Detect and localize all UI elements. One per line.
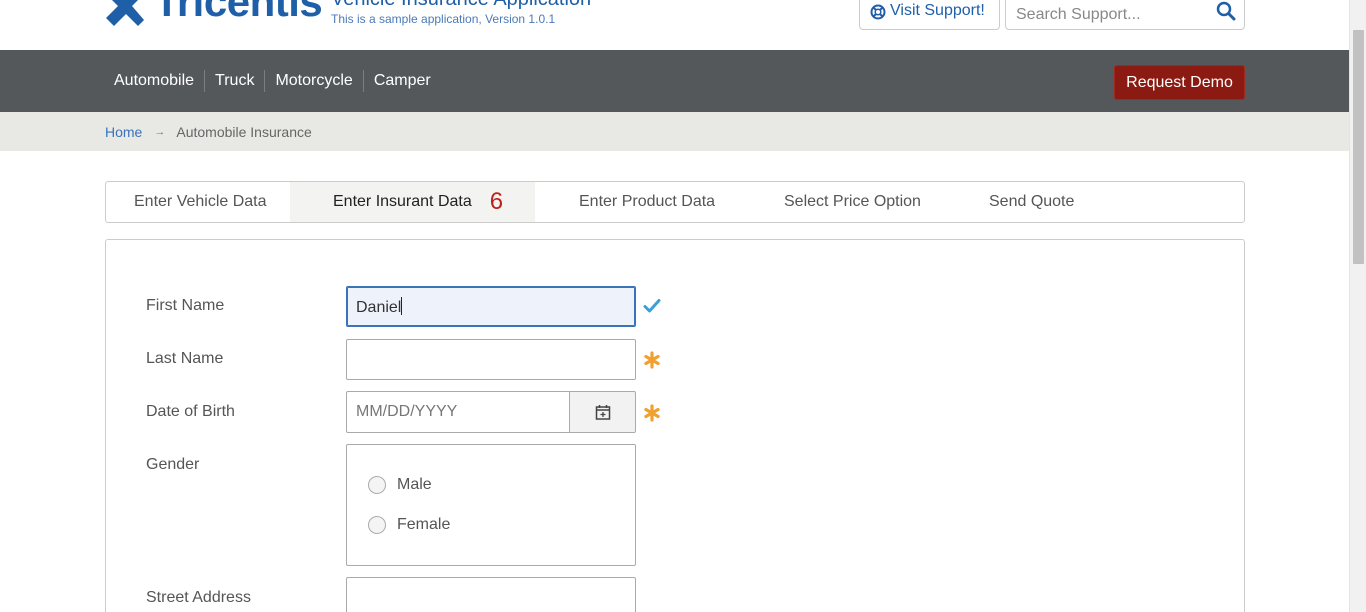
tab-count-badge: 6 — [489, 188, 504, 215]
nav-item-motorcycle[interactable]: Motorcycle — [265, 70, 364, 92]
breadcrumb-current: Automobile Insurance — [176, 124, 312, 140]
tab-enter-product-data[interactable]: Enter Product Data — [579, 182, 715, 222]
nav-items: Automobile Truck Motorcycle Camper — [104, 70, 441, 92]
first-name-value: Daniel — [356, 299, 402, 316]
search-icon[interactable] — [1216, 1, 1236, 21]
insurant-form-panel — [105, 239, 1245, 612]
visit-support-button[interactable]: Visit Support! — [859, 0, 1000, 30]
lifebuoy-icon — [870, 4, 886, 20]
tab-enter-vehicle-data[interactable]: Enter Vehicle Data — [134, 182, 267, 222]
tab-label: Enter Product Data — [579, 193, 716, 210]
required-asterisk-icon — [644, 351, 660, 369]
street-address-field[interactable] — [346, 577, 636, 612]
breadcrumb: Home → Automobile Insurance — [0, 112, 1349, 151]
calendar-button[interactable] — [569, 391, 636, 433]
date-of-birth-label: Date of Birth — [146, 403, 235, 420]
scrollbar-thumb[interactable] — [1353, 30, 1364, 264]
gender-label: Gender — [146, 456, 200, 473]
logo-text: Tricentis — [154, 0, 323, 25]
search-input[interactable] — [1006, 0, 1206, 29]
gender-option-male[interactable]: Male — [368, 476, 432, 494]
request-demo-button[interactable]: Request Demo — [1114, 65, 1245, 100]
gender-radio-group: Male Female — [346, 444, 636, 566]
nav-item-truck[interactable]: Truck — [205, 70, 266, 92]
text-caret — [401, 297, 403, 315]
valid-check-icon — [643, 299, 661, 313]
gender-option-label: Female — [397, 516, 451, 533]
tab-enter-insurant-data[interactable]: Enter Insurant Data 6 — [290, 182, 535, 222]
visit-support-label: Visit Support! — [890, 2, 985, 19]
radio-button[interactable] — [368, 516, 386, 534]
radio-button[interactable] — [368, 476, 386, 494]
gender-option-female[interactable]: Female — [368, 516, 450, 534]
main-nav: Automobile Truck Motorcycle Camper Reque… — [0, 50, 1349, 112]
required-asterisk-icon — [644, 404, 660, 422]
vertical-scrollbar[interactable] — [1349, 0, 1366, 612]
app-subtitle: This is a sample application, Version 1.… — [331, 12, 556, 26]
tab-label: Enter Vehicle Data — [134, 193, 267, 210]
wizard-tabs: Enter Vehicle Data Enter Insurant Data 6… — [105, 181, 1245, 223]
last-name-label: Last Name — [146, 350, 224, 367]
first-name-field[interactable]: Daniel — [346, 286, 636, 327]
nav-item-camper[interactable]: Camper — [364, 70, 441, 92]
tab-label: Select Price Option — [784, 193, 921, 210]
page: Tricentis Vehicle Insurance Application … — [0, 0, 1366, 612]
tab-label: Send Quote — [989, 193, 1075, 210]
first-name-label: First Name — [146, 297, 225, 314]
tab-select-price-option[interactable]: Select Price Option — [784, 182, 921, 222]
tricentis-logo-icon — [106, 0, 144, 26]
search-box — [1005, 0, 1245, 30]
street-address-label: Street Address — [146, 589, 251, 606]
tab-send-quote[interactable]: Send Quote — [989, 182, 1074, 222]
calendar-icon — [595, 405, 610, 420]
tab-label: Enter Insurant Data — [333, 193, 472, 210]
breadcrumb-home-link[interactable]: Home — [105, 124, 142, 140]
last-name-field[interactable] — [346, 339, 636, 380]
breadcrumb-arrow-icon: → — [154, 126, 166, 138]
nav-item-automobile[interactable]: Automobile — [104, 70, 206, 92]
header: Tricentis Vehicle Insurance Application … — [0, 0, 1349, 50]
app-title: Vehicle Insurance Application — [331, 0, 591, 10]
gender-option-label: Male — [397, 476, 432, 493]
date-of-birth-field[interactable] — [346, 391, 570, 433]
